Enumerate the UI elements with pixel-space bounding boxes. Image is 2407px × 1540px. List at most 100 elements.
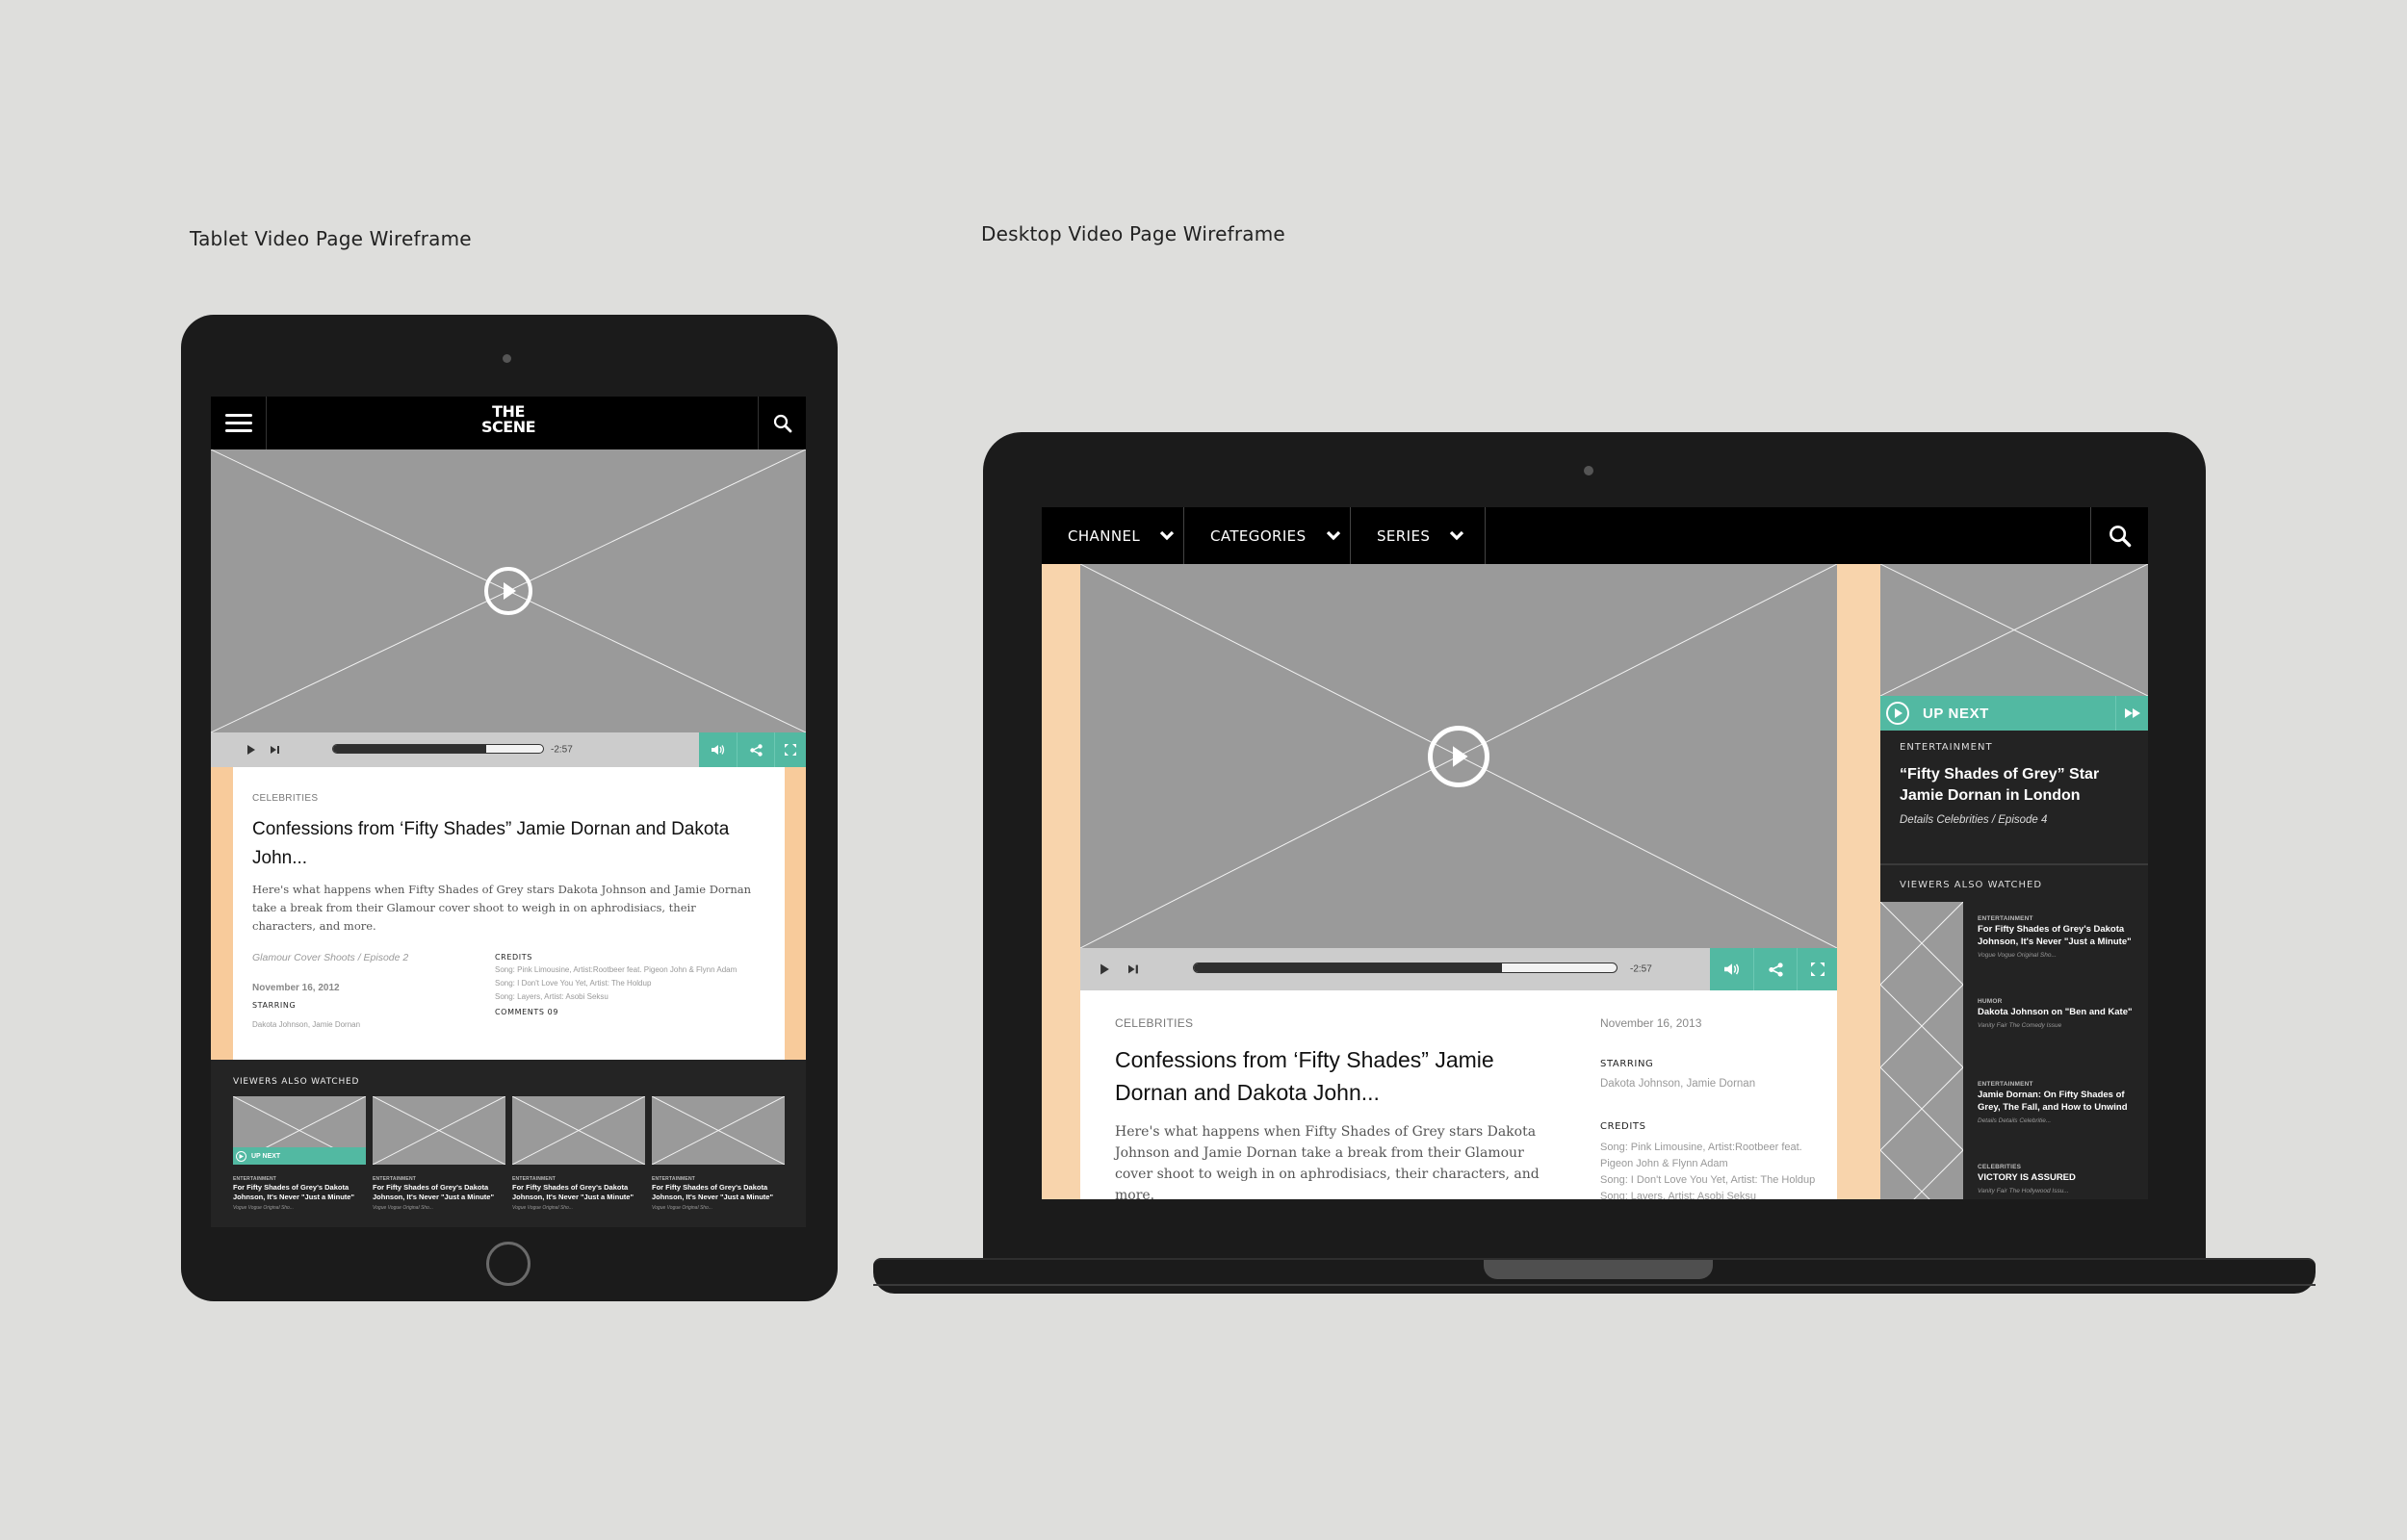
tablet-screen: THE SCENE -2:57 CELEBRITIES Confessions … <box>211 397 806 1227</box>
volume-button[interactable] <box>699 732 737 767</box>
play-button[interactable] <box>1428 725 1489 787</box>
video-thumbnail[interactable] <box>1880 1067 1963 1150</box>
viewers-also-watched-heading: VIEWERS ALSO WATCHED <box>233 1077 360 1087</box>
video-thumbnail[interactable] <box>1880 902 1963 985</box>
desktop-nav-bar: CHANNEL CATEGORIES SERIES <box>1042 507 2148 564</box>
article-title: Confessions from ‘Fifty Shades” Jamie Do… <box>252 819 730 868</box>
video-controls: -2:57 <box>1080 948 1837 990</box>
related-title: For Fifty Shades of Grey's Dakota Johnso… <box>512 1183 634 1201</box>
fullscreen-icon <box>785 744 796 756</box>
article-date: November 16, 2012 <box>252 983 340 993</box>
credit-line: Song: Pink Limousine, Artist:Rootbeer fe… <box>1600 1142 1802 1169</box>
tablet-home-button[interactable] <box>486 1242 531 1286</box>
related-source: Vogue Vogue Original Sho... <box>512 1205 574 1211</box>
related-title: Dakota Johnson on "Ben and Kate" <box>1978 1007 2133 1017</box>
fullscreen-button[interactable] <box>1797 948 1837 990</box>
placeholder-x-graphic <box>652 1096 785 1165</box>
related-title: For Fifty Shades of Grey's Dakota Johnso… <box>233 1183 355 1201</box>
video-thumbnail[interactable] <box>1880 1150 1963 1199</box>
video-thumbnail <box>652 1096 785 1165</box>
video-player-placeholder[interactable] <box>211 449 806 732</box>
article-series[interactable]: Glamour Cover Shoots / Episode 2 <box>252 952 408 963</box>
nav-categories-dropdown[interactable]: CATEGORIES <box>1184 507 1351 564</box>
gutter-left <box>1042 564 1080 1199</box>
related-category: ENTERTAINMENT <box>512 1176 556 1182</box>
related-video-card[interactable]: ENTERTAINMENT For Fifty Shades of Grey's… <box>652 1096 785 1211</box>
up-next-bar[interactable]: UP NEXT <box>1880 696 2148 731</box>
starring-label: STARRING <box>252 1001 297 1010</box>
related-video-card[interactable]: ENTERTAINMENT For Fifty Shades of Grey's… <box>373 1096 505 1211</box>
play-button[interactable] <box>484 567 532 615</box>
sidebar: UP NEXT ENTERTAINMENT “Fifty Shades of G… <box>1880 564 2148 1199</box>
nav-channel-dropdown[interactable]: CHANNEL <box>1042 507 1184 564</box>
related-source: Vogue Vogue Original Sho... <box>233 1205 295 1211</box>
laptop-camera-icon <box>1584 466 1593 475</box>
gutter-right <box>785 767 806 1060</box>
related-category: ENTERTAINMENT <box>373 1176 417 1182</box>
article-category[interactable]: CELEBRITIES <box>252 793 318 804</box>
video-thumbnail <box>373 1096 505 1165</box>
related-title: For Fifty Shades of Grey's Dakota Johnso… <box>652 1183 774 1201</box>
play-icon[interactable] <box>247 745 255 755</box>
related-list-item[interactable]: HUMOR Dakota Johnson on "Ben and Kate" V… <box>1978 998 2146 1029</box>
gutter-left <box>211 767 233 1060</box>
video-player-placeholder[interactable] <box>1080 564 1837 948</box>
related-category: ENTERTAINMENT <box>652 1176 696 1182</box>
fullscreen-icon <box>1810 962 1825 976</box>
article-date: November 16, 2013 <box>1600 1016 1702 1030</box>
chevron-down-icon <box>1159 530 1175 541</box>
search-button[interactable] <box>2090 507 2148 564</box>
video-progress-bar[interactable] <box>1193 962 1618 973</box>
time-remaining: -2:57 <box>1630 963 1652 975</box>
related-category: ENTERTAINMENT <box>1978 915 2033 922</box>
player-actions <box>699 732 806 767</box>
related-category: ENTERTAINMENT <box>1978 1081 2033 1088</box>
hamburger-menu-button[interactable] <box>211 397 267 449</box>
related-source: Vogue Vogue Original Sho... <box>652 1205 713 1211</box>
tablet-wireframe-caption: Tablet Video Page Wireframe <box>190 227 472 250</box>
comments-link[interactable]: COMMENTS 09 <box>495 1008 764 1016</box>
related-video-card[interactable]: ENTERTAINMENT For Fifty Shades of Grey's… <box>512 1096 645 1211</box>
related-list-item[interactable]: ENTERTAINMENT Jamie Dornan: On Fifty Sha… <box>1978 1081 2146 1124</box>
related-title: VICTORY IS ASSURED <box>1978 1172 2076 1183</box>
share-button[interactable] <box>1753 948 1797 990</box>
placeholder-x-graphic <box>512 1096 645 1165</box>
placeholder-x-graphic <box>1880 1150 1963 1199</box>
skip-next-icon[interactable] <box>1128 964 1139 975</box>
search-button[interactable] <box>758 397 806 449</box>
article-category[interactable]: CELEBRITIES <box>1115 1016 1193 1030</box>
volume-button[interactable] <box>1710 948 1753 990</box>
video-progress-bar[interactable] <box>332 744 544 754</box>
hamburger-icon-line <box>224 429 252 432</box>
placeholder-x-graphic <box>1880 985 1963 1067</box>
time-remaining: -2:57 <box>551 744 573 756</box>
skip-forward-button[interactable] <box>2115 696 2148 731</box>
up-next-label: UP NEXT <box>1923 705 1989 722</box>
nav-series-dropdown[interactable]: SERIES <box>1351 507 1486 564</box>
fullscreen-button[interactable] <box>774 732 806 767</box>
article-description: Here's what happens when Fifty Shades of… <box>1115 1124 1540 1199</box>
related-source: Details Details Celebritie... <box>1978 1117 2052 1124</box>
desktop-screen: CHANNEL CATEGORIES SERIES -2:57 CELEBRIT… <box>1042 507 2148 1199</box>
up-next-badge: UP NEXT <box>233 1147 366 1165</box>
starring-names: Dakota Johnson, Jamie Dornan <box>1600 1078 1756 1090</box>
skip-next-icon[interactable] <box>271 745 280 755</box>
site-logo[interactable]: THE SCENE <box>481 404 536 435</box>
related-video-card[interactable]: UP NEXT ENTERTAINMENT For Fifty Shades o… <box>233 1096 366 1211</box>
related-list-item[interactable]: CELEBRITIES VICTORY IS ASSURED Vanity Fa… <box>1978 1164 2146 1194</box>
volume-icon <box>711 745 724 755</box>
related-list-item[interactable]: ENTERTAINMENT For Fifty Shades of Grey's… <box>1978 915 2146 959</box>
up-next-series: Details Celebrities / Episode 4 <box>1900 814 2048 826</box>
starring-names: Dakota Johnson, Jamie Dornan <box>252 1020 361 1029</box>
article-section: CELEBRITIES Confessions from ‘Fifty Shad… <box>1080 990 1837 1199</box>
share-button[interactable] <box>737 732 774 767</box>
player-actions <box>1710 948 1837 990</box>
credit-line: Song: I Don't Love You Yet, Artist: The … <box>495 979 652 988</box>
video-thumbnail[interactable] <box>1880 985 1963 1067</box>
up-next-thumbnail[interactable] <box>1880 564 2148 696</box>
credit-line: Song: Layers, Artist: Asobi Seksu <box>495 992 608 1001</box>
nav-label: CATEGORIES <box>1210 526 1307 545</box>
up-next-info[interactable]: ENTERTAINMENT “Fifty Shades of Grey” Sta… <box>1900 742 2140 826</box>
up-next-title: “Fifty Shades of Grey” Star Jamie Dornan… <box>1900 766 2100 804</box>
play-icon[interactable] <box>1100 963 1109 975</box>
